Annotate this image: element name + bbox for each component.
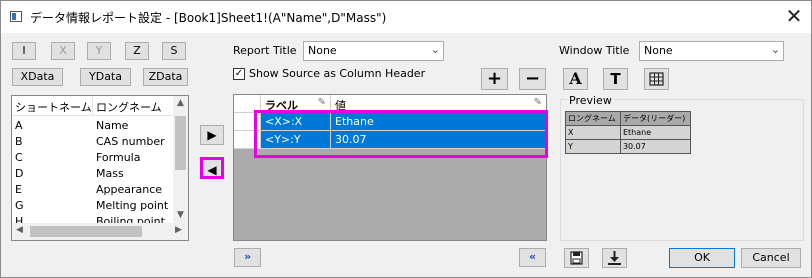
- font-button[interactable]: A: [563, 68, 588, 90]
- table-button[interactable]: [644, 68, 669, 90]
- list-item[interactable]: C Formula: [12, 150, 174, 166]
- scroll-left-icon[interactable]: ◀: [16, 225, 23, 235]
- report-title-combo[interactable]: None ⌄: [303, 41, 444, 61]
- axis-button-x[interactable]: X: [51, 42, 75, 60]
- font-icon: A: [569, 69, 582, 88]
- xdata-button[interactable]: XData: [12, 68, 63, 86]
- scroll-thumb[interactable]: [30, 226, 142, 237]
- list-item-long: CAS number: [96, 135, 165, 148]
- list-item[interactable]: G Melting point: [12, 198, 174, 214]
- download-icon: [608, 251, 621, 265]
- list-item[interactable]: A Name: [12, 118, 174, 134]
- text-button[interactable]: T: [603, 68, 628, 90]
- preview-cell: 30.07: [619, 139, 692, 154]
- cancel-button[interactable]: Cancel: [741, 248, 801, 268]
- expand-button[interactable]: »: [234, 248, 261, 267]
- list-item-short: A: [15, 119, 23, 132]
- preview-table: ロングネーム データ(リーダー) X Ethane Y 30.07: [565, 111, 692, 154]
- preview-header: ロングネーム: [565, 111, 621, 126]
- add-row-button[interactable]: +: [481, 68, 508, 90]
- pencil-icon: ✎: [317, 97, 326, 108]
- list-horizontal-scrollbar[interactable]: ◀ ▶: [12, 223, 188, 240]
- dialog-window: データ情報レポート設定 - [Book1]Sheet1!(A"Name",D"M…: [0, 0, 812, 278]
- axis-button-s[interactable]: S: [162, 42, 186, 60]
- window-title-combo[interactable]: None ⌄: [639, 41, 784, 61]
- title-bar: データ情報レポート設定 - [Book1]Sheet1!(A"Name",D"M…: [1, 1, 811, 33]
- list-item-short: C: [15, 151, 23, 164]
- preview-cell: Y: [565, 139, 621, 154]
- scroll-right-icon[interactable]: ▶: [175, 225, 182, 235]
- window-title: データ情報レポート設定 - [Book1]Sheet1!(A"Name",D"M…: [30, 11, 387, 25]
- list-item-long: Name: [96, 119, 129, 132]
- column-list[interactable]: ショートネーム ロングネーム A Name B CAS number C Formul…: [11, 95, 189, 241]
- move-right-button[interactable]: ▶: [200, 125, 224, 145]
- list-item-long: Appearance: [96, 183, 163, 196]
- remove-row-button[interactable]: −: [519, 68, 546, 90]
- pencil-icon: ✎: [533, 97, 542, 108]
- app-icon: [10, 11, 22, 22]
- list-item[interactable]: D Mass: [12, 166, 174, 182]
- list-item-long: Formula: [96, 151, 141, 164]
- header-short-name[interactable]: ショートネーム: [15, 99, 92, 115]
- zdata-button[interactable]: ZData: [143, 68, 188, 86]
- report-title-value: None: [308, 44, 337, 57]
- close-icon[interactable]: ✕: [781, 3, 807, 29]
- move-left-button[interactable]: ◀: [200, 157, 224, 179]
- list-item-long: Mass: [96, 167, 124, 180]
- text-icon: T: [610, 70, 621, 88]
- window-title-value: None: [644, 44, 673, 57]
- list-item[interactable]: B CAS number: [12, 134, 174, 150]
- list-item-short: E: [15, 183, 22, 196]
- axis-button-z[interactable]: Z: [125, 42, 149, 60]
- preview-label: Preview: [567, 94, 614, 107]
- table-icon: [649, 72, 664, 86]
- save-icon: [570, 251, 583, 265]
- ok-button[interactable]: OK: [669, 248, 735, 268]
- highlight-box: [254, 110, 548, 158]
- window-title-label: Window Title: [559, 44, 630, 57]
- list-item-short: G: [15, 199, 24, 212]
- scroll-thumb[interactable]: [175, 116, 186, 170]
- save-button[interactable]: [564, 248, 589, 268]
- axis-button-i[interactable]: I: [12, 42, 36, 60]
- list-item-short: D: [15, 167, 24, 180]
- chevron-down-icon: ⌄: [430, 43, 440, 56]
- chevron-down-icon: ⌄: [770, 43, 780, 56]
- show-source-label: Show Source as Column Header: [249, 67, 426, 80]
- report-title-label: Report Title: [233, 44, 297, 57]
- column-list-header: ショートネーム ロングネーム: [12, 96, 174, 116]
- preview-cell: Ethane: [619, 125, 692, 140]
- scroll-up-icon[interactable]: ▲: [173, 98, 188, 108]
- preview-cell: X: [565, 125, 621, 140]
- show-source-checkbox[interactable]: ✓: [233, 68, 245, 80]
- list-item[interactable]: E Appearance: [12, 182, 174, 198]
- collapse-button[interactable]: «: [519, 248, 546, 267]
- scroll-down-icon[interactable]: ▼: [173, 210, 188, 220]
- download-button[interactable]: [602, 248, 627, 268]
- list-item-long: Melting point: [96, 199, 169, 212]
- axis-button-y[interactable]: Y: [87, 42, 111, 60]
- list-vertical-scrollbar[interactable]: ▲ ▼: [173, 96, 188, 224]
- list-item-short: B: [15, 135, 23, 148]
- header-long-name[interactable]: ロングネーム: [96, 99, 162, 115]
- ydata-button[interactable]: YData: [80, 68, 131, 86]
- preview-header: データ(リーダー): [619, 111, 692, 126]
